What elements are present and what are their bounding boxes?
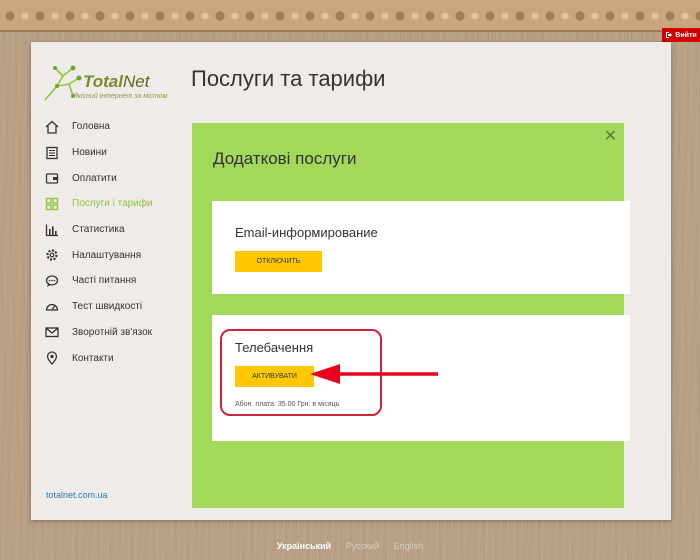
sidebar-item-home[interactable]: Головна <box>45 114 185 140</box>
grid-icon <box>45 197 59 211</box>
service-card-email: Email-информирование ОТКЛЮЧИТЬ <box>212 201 630 294</box>
sidebar-item-contacts[interactable]: Контакти <box>45 345 185 371</box>
map-pin-icon <box>45 351 59 366</box>
logo[interactable]: TotalNet Якісний інтернет за містом <box>43 62 173 104</box>
logout-icon <box>666 32 673 38</box>
sidebar-item-faq[interactable]: Часті питання <box>45 268 185 294</box>
news-icon <box>45 146 59 160</box>
sidebar-item-label: Послуги і тарифи <box>72 198 153 210</box>
logo-name: TotalNet <box>83 72 150 91</box>
sidebar-item-label: Головна <box>72 121 110 133</box>
language-switcher: Український Русский English <box>0 541 700 551</box>
lang-english[interactable]: English <box>394 541 424 551</box>
service-name: Email-информирование <box>235 225 378 240</box>
logout-label: Вийти <box>675 31 697 39</box>
section-title: Додаткові послуги <box>213 149 357 168</box>
sidebar-item-speed-test[interactable]: Тест швидкості <box>45 294 185 320</box>
sidebar-item-settings[interactable]: Налаштування <box>45 242 185 268</box>
pointer-arrow-icon <box>310 364 438 384</box>
logout-button[interactable]: Вийти <box>662 28 700 42</box>
lang-russian[interactable]: Русский <box>346 541 379 551</box>
close-icon[interactable]: ✕ <box>604 129 617 145</box>
sidebar-item-statistics[interactable]: Статистика <box>45 217 185 243</box>
sidebar-item-label: Зворотній зв'язок <box>72 326 153 338</box>
sidebar-nav: Головна Новини Оплатити Послуги і тарифи… <box>45 114 185 371</box>
page-title: Послуги та тарифи <box>191 66 386 91</box>
logo-tagline: Якісний інтернет за містом <box>73 93 168 100</box>
chat-icon <box>45 274 59 288</box>
sidebar-item-news[interactable]: Новини <box>45 140 185 166</box>
sidebar-item-payment[interactable]: Оплатити <box>45 165 185 191</box>
top-ornament-border <box>0 0 700 32</box>
site-link[interactable]: totalnet.com.ua <box>46 490 108 500</box>
disable-button[interactable]: ОТКЛЮЧИТЬ <box>235 251 322 272</box>
home-icon <box>45 120 59 134</box>
sidebar-item-label: Оплатити <box>72 172 117 184</box>
gear-icon <box>45 248 59 262</box>
bar-chart-icon <box>45 223 59 237</box>
mail-icon <box>45 325 59 339</box>
sidebar-item-label: Контакти <box>72 352 114 364</box>
sidebar-item-services[interactable]: Послуги і тарифи <box>45 191 185 217</box>
extra-services-panel: ✕ Додаткові послуги Email-информирование… <box>192 123 630 508</box>
sidebar-item-feedback[interactable]: Зворотній зв'язок <box>45 320 185 346</box>
sidebar-item-label: Новини <box>72 147 107 159</box>
sidebar-item-label: Налаштування <box>72 249 142 261</box>
sidebar-item-label: Часті питання <box>72 275 137 287</box>
sidebar-item-label: Статистика <box>72 224 125 236</box>
lang-ukrainian[interactable]: Український <box>277 541 331 551</box>
sidebar-item-label: Тест швидкості <box>72 301 143 313</box>
main-panel: TotalNet Якісний інтернет за містом Посл… <box>31 42 671 520</box>
wallet-icon <box>45 171 59 185</box>
speedometer-icon <box>45 300 59 314</box>
